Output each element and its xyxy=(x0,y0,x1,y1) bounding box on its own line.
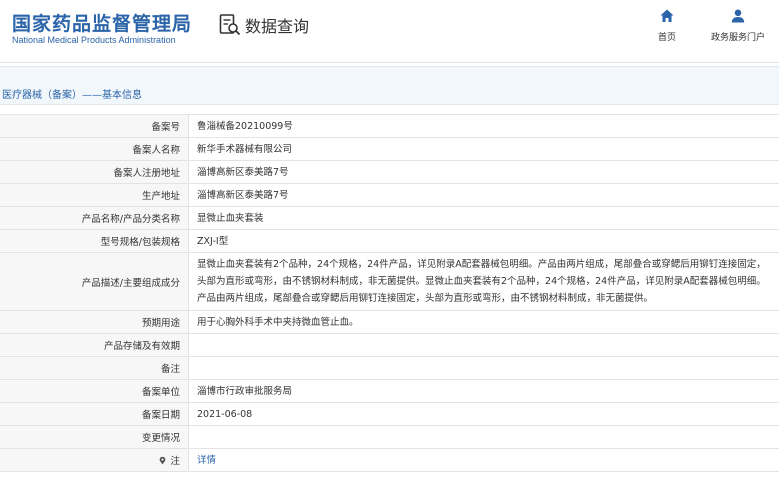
table-row: 变更情况 xyxy=(0,426,779,449)
nav-home-label: 首页 xyxy=(657,33,676,43)
note-label: 注 xyxy=(170,456,180,467)
row-value xyxy=(189,334,779,356)
site-header: 国家药品监督管理局 National Medical Products Admi… xyxy=(0,0,779,62)
nav-service-portal[interactable]: 政务服务门户 xyxy=(705,8,771,43)
row-label: 备注 xyxy=(0,357,189,379)
database-search-icon xyxy=(219,14,241,36)
breadcrumb: 医疗器械（备案）——基本信息 xyxy=(2,90,142,101)
table-row: 产品存储及有效期 xyxy=(0,334,779,357)
table-row: 型号规格/包装规格 ZXJ-I型 xyxy=(0,230,779,253)
home-icon xyxy=(660,9,674,22)
table-row: 备案人注册地址 淄博高新区泰美路7号 xyxy=(0,161,779,184)
details-link[interactable]: 详情 xyxy=(197,452,216,469)
row-label: 生产地址 xyxy=(0,184,189,206)
row-label: 注 xyxy=(0,449,189,471)
table-row: 注 详情 xyxy=(0,449,779,472)
table-row: 备注 xyxy=(0,357,779,380)
row-value xyxy=(189,426,779,448)
row-value: 2021-06-08 xyxy=(197,408,253,420)
row-value: 新华手术器械有限公司 xyxy=(197,143,293,155)
row-label: 型号规格/包装规格 xyxy=(0,230,189,252)
breadcrumb-bar: 医疗器械（备案）——基本信息 xyxy=(0,66,779,105)
location-pin-icon xyxy=(160,456,166,465)
row-value: 淄博高新区泰美路7号 xyxy=(197,166,289,178)
row-value: 显微止血夹套装有2个品种，24个规格，24件产品，详见附录A配套器械包明细。产品… xyxy=(197,259,766,304)
table-row: 备案日期 2021-06-08 xyxy=(0,403,779,426)
table-row: 产品描述/主要组成成分 显微止血夹套装有2个品种，24个规格，24件产品，详见附… xyxy=(0,253,779,311)
header-divider xyxy=(0,62,779,63)
nav-service-portal-label: 政务服务门户 xyxy=(710,33,765,43)
table-row: 备案人名称 新华手术器械有限公司 xyxy=(0,138,779,161)
row-value: 鲁淄械备20210099号 xyxy=(197,120,293,132)
row-value: 淄博市行政审批服务局 xyxy=(197,385,293,397)
row-label: 预期用途 xyxy=(0,311,189,333)
row-value: 用于心胸外科手术中夹持微血管止血。 xyxy=(197,316,359,328)
row-label: 备案人注册地址 xyxy=(0,161,189,183)
user-icon xyxy=(731,9,745,23)
brand-name-cn[interactable]: 国家药品监督管理局 xyxy=(12,9,192,36)
row-label: 备案日期 xyxy=(0,403,189,425)
row-value: 详情 xyxy=(189,449,779,471)
data-query-title[interactable]: 数据查询 xyxy=(219,12,309,38)
row-value: 显微止血夹套装 xyxy=(197,212,264,224)
detail-table: 备案号 鲁淄械备20210099号 备案人名称 新华手术器械有限公司 备案人注册… xyxy=(0,114,779,472)
table-row: 备案号 鲁淄械备20210099号 xyxy=(0,115,779,138)
row-label: 备案号 xyxy=(0,115,189,137)
row-label: 变更情况 xyxy=(0,426,189,448)
table-row: 生产地址 淄博高新区泰美路7号 xyxy=(0,184,779,207)
row-value: 淄博高新区泰美路7号 xyxy=(197,189,289,201)
row-label: 产品名称/产品分类名称 xyxy=(0,207,189,229)
row-label: 产品描述/主要组成成分 xyxy=(0,253,189,310)
row-value: ZXJ-I型 xyxy=(197,235,229,247)
nav-home[interactable]: 首页 xyxy=(652,8,682,43)
brand-name-en[interactable]: National Medical Products Administration xyxy=(12,35,176,45)
table-row: 预期用途 用于心胸外科手术中夹持微血管止血。 xyxy=(0,311,779,334)
table-row: 备案单位 淄博市行政审批服务局 xyxy=(0,380,779,403)
row-label: 产品存储及有效期 xyxy=(0,334,189,356)
row-value xyxy=(189,357,779,379)
table-row: 产品名称/产品分类名称 显微止血夹套装 xyxy=(0,207,779,230)
row-label: 备案人名称 xyxy=(0,138,189,160)
row-label: 备案单位 xyxy=(0,380,189,402)
data-query-label: 数据查询 xyxy=(245,17,310,36)
